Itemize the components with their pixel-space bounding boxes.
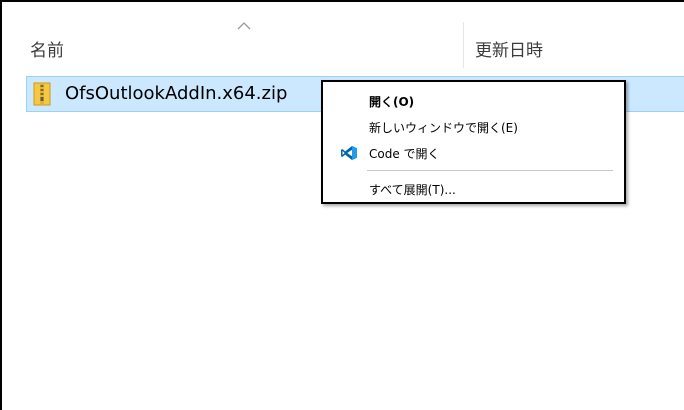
sort-ascending-icon[interactable] [236, 20, 252, 30]
context-menu: 開く(O) 新しいウィンドウで開く(E) Code で開く すべて展開(T)..… [321, 80, 626, 204]
column-divider[interactable] [463, 22, 464, 68]
column-header: 名前 更新日時 [4, 4, 684, 76]
vscode-icon [341, 146, 357, 160]
menu-item-open-label: 開く(O) [369, 95, 415, 109]
menu-item-extract-all-label: すべて展開(T)... [369, 183, 456, 197]
column-date-header[interactable]: 更新日時 [475, 36, 543, 61]
explorer-window: 名前 更新日時 [0, 0, 684, 410]
file-name[interactable]: OfsOutlookAddIn.x64.zip [65, 83, 287, 104]
menu-item-open-new-window-label: 新しいウィンドウで開く(E) [369, 121, 518, 135]
menu-item-extract-all[interactable]: すべて展開(T)... [323, 176, 624, 200]
menu-item-open-new-window[interactable]: 新しいウィンドウで開く(E) [323, 114, 624, 138]
menu-item-open[interactable]: 開く(O) [323, 88, 624, 112]
column-name-header[interactable]: 名前 [30, 36, 64, 61]
menu-separator [367, 170, 613, 171]
zip-folder-icon [33, 82, 51, 106]
menu-item-open-with-code-label: Code で開く [369, 147, 440, 161]
menu-item-open-with-code[interactable]: Code で開く [323, 140, 624, 164]
